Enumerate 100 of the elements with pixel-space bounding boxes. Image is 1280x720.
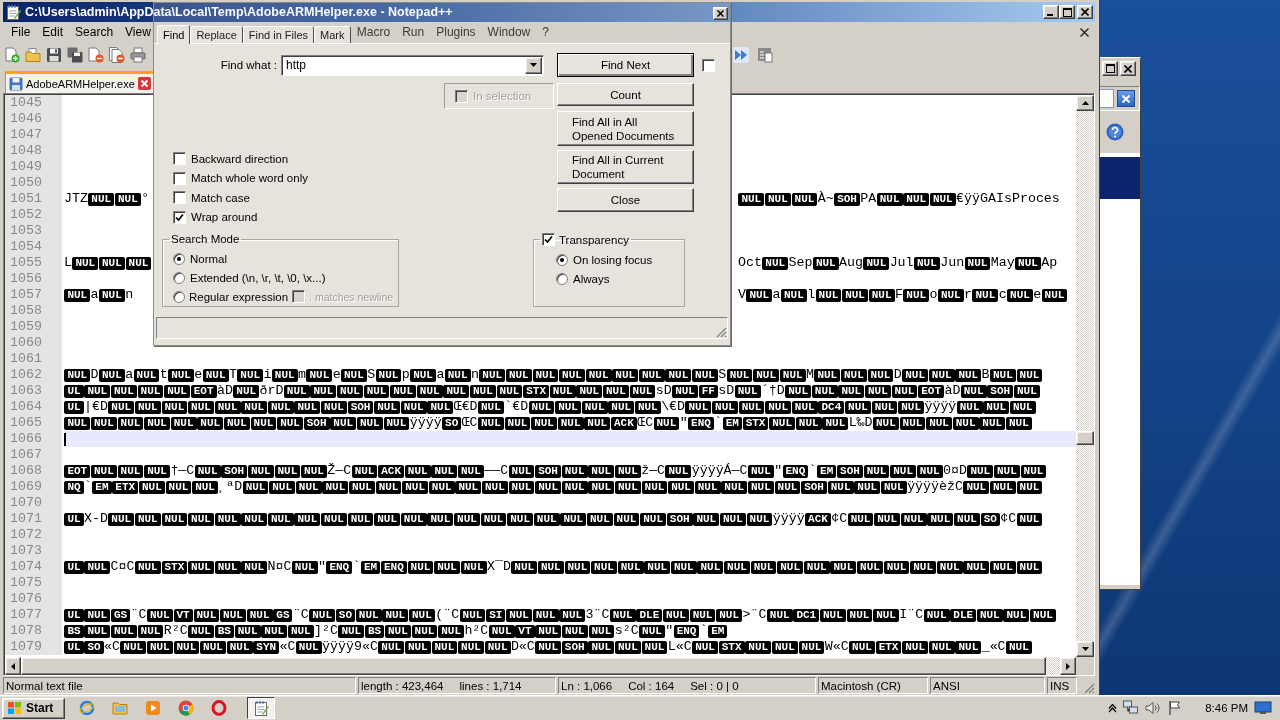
- dialog-button[interactable]: Find Next: [557, 53, 694, 77]
- status-text: ANSI: [933, 679, 960, 692]
- help-icon[interactable]: [1106, 123, 1124, 141]
- code-line: UL NUL GS ¨C NUL VT NUL NUL NUL GS ¨C NUL SO NUL NUL NUL (¨C NUL SI NUL NUL NUL 3¨C NUL DLE NUL NUL NUL >¨C NUL DC1 NUL NUL NUL I¨C NUL DLE NUL NUL NUL: [64, 607, 1057, 623]
- line-number: 1056: [5, 271, 62, 287]
- code-line: BS NUL NUL NUL R²C NUL BS NUL NUL NUL ]²C NUL BS NUL NUL NUL h²C NUL VT NUL NUL NUL s²C NUL " ENQ ` EM: [64, 623, 728, 639]
- checkbox[interactable]: [173, 191, 186, 205]
- close-all-icon[interactable]: [109, 47, 125, 63]
- vertical-scrollbar[interactable]: [1076, 95, 1094, 657]
- find-what-field[interactable]: http: [281, 54, 544, 76]
- save-all-icon[interactable]: [67, 47, 83, 63]
- monitor-icon[interactable]: [1254, 701, 1272, 715]
- line-number: 1074: [5, 559, 62, 575]
- chevron-up-icon[interactable]: [1108, 703, 1118, 713]
- maximize-button[interactable]: [1059, 5, 1075, 19]
- menu-item[interactable]: ?: [541, 23, 550, 41]
- network-icon[interactable]: [1123, 700, 1140, 716]
- line-number: 1071: [5, 511, 62, 527]
- dropdown-button[interactable]: [525, 56, 542, 74]
- clear-button[interactable]: [1117, 90, 1135, 107]
- checkbox[interactable]: [173, 210, 186, 224]
- dialog-tab[interactable]: Find: [157, 25, 191, 44]
- menu-item[interactable]: Edit: [36, 23, 70, 41]
- resize-grip-icon[interactable]: [1083, 682, 1095, 694]
- checkbox[interactable]: [702, 59, 715, 72]
- menu-item[interactable]: Search: [69, 23, 120, 41]
- status-text: Col : 164: [628, 679, 675, 692]
- start-button[interactable]: Start: [2, 697, 65, 719]
- code-line: NUL NUL NUL NUL NUL NUL NUL NUL NUL SOH NUL NUL NUL ÿÿÿÿ SO ŒC NUL NUL NUL NUL NUL ACK ŒC NUL " ENQ ` EM STX NUL NUL NUL L‰D NUL NUL NUL NUL NUL NUL: [64, 415, 1033, 431]
- code-line: NQ ` EM ETX NUL NUL NUL ¸ªD NUL NUL NUL NUL NUL NUL NUL NUL NUL NUL NUL NUL NUL NUL NUL NUL NUL NUL NUL NUL NUL SOH NUL NUL NUL ÿÿÿÿèžC NUL NUL NUL: [64, 479, 1043, 495]
- dialog-tab[interactable]: Replace: [190, 26, 243, 43]
- code-line: UL SO «C NUL NUL NUL NUL NUL SYN «C NUL ÿÿÿÿ9«C NUL NUL NUL NUL NUL D«C NUL SOH NUL NUL NUL L«C NUL STX NUL NUL NUL W«C NUL ETX NUL NUL NUL _«C NUL: [64, 639, 1033, 655]
- dialog-button[interactable]: Find All in All Opened Documents: [557, 111, 694, 146]
- checkbox[interactable]: [542, 233, 555, 246]
- line-number: 1068: [5, 463, 62, 479]
- line-number: 1052: [5, 207, 62, 223]
- code-line: V NUL a NUL l NUL NUL NUL F NUL o NUL r NUL c NUL e NUL: [738, 287, 1068, 303]
- menu-item[interactable]: Plugins: [435, 23, 477, 41]
- menu-item[interactable]: File: [5, 23, 37, 41]
- menu-item[interactable]: Window: [486, 23, 532, 41]
- menu-item[interactable]: View: [119, 23, 157, 41]
- scroll-left-button[interactable]: [5, 657, 21, 675]
- line-number: 1062: [5, 367, 62, 383]
- maximize-button[interactable]: [1102, 61, 1118, 76]
- new-file-icon[interactable]: [4, 47, 20, 63]
- clock[interactable]: 8:46 PM: [1205, 702, 1248, 714]
- scroll-right-button[interactable]: [1060, 657, 1076, 675]
- line-number: 1046: [5, 111, 62, 127]
- save-icon[interactable]: [46, 47, 62, 63]
- status-text: Macintosh (CR): [821, 679, 901, 692]
- line-number: 1061: [5, 351, 62, 367]
- dialog-button[interactable]: Close: [557, 188, 694, 212]
- input-field[interactable]: [1100, 89, 1114, 108]
- print-icon[interactable]: [130, 47, 146, 63]
- checkbox-label: Match case: [191, 191, 250, 204]
- color-wheel-icon[interactable]: [178, 700, 194, 716]
- dialog-tab[interactable]: Find in Files: [242, 26, 315, 43]
- scroll-up-button[interactable]: [1076, 95, 1094, 111]
- field-label: Find what :: [220, 59, 277, 71]
- fast-forward-icon[interactable]: [733, 47, 749, 63]
- scroll-down-button[interactable]: [1076, 641, 1094, 657]
- close-button[interactable]: [1120, 61, 1136, 76]
- globe-icon[interactable]: [79, 700, 95, 716]
- dialog-button[interactable]: Count: [557, 83, 694, 106]
- resize-grip-icon[interactable]: [715, 326, 727, 338]
- close-icon[interactable]: [1080, 27, 1089, 37]
- text-cursor: [64, 432, 66, 446]
- line-number: 1070: [5, 495, 62, 511]
- code-line: L NUL NUL NUL: [64, 255, 152, 271]
- code-line: UL NUL NUL NUL NUL EOT àD NUL ðrD NUL NUL NUL NUL NUL NUL NUL NUL NUL STX NUL NUL NUL NUL sD NUL FF sD NUL ´†D NUL NUL NUL NUL NUL EOT àD NUL SOH NUL: [64, 383, 1041, 399]
- checkbox-label: Transparency: [559, 233, 629, 246]
- checkbox[interactable]: [173, 171, 186, 185]
- ring-icon[interactable]: [211, 700, 227, 716]
- code-line: NUL a NUL n: [64, 287, 134, 303]
- radio-label: Always: [573, 273, 610, 286]
- line-number: 1055: [5, 255, 62, 271]
- line-number: 1067: [5, 447, 62, 463]
- dialog-button[interactable]: Find All in Current Document: [557, 150, 694, 184]
- line-number: 1051: [5, 191, 62, 207]
- volume-icon[interactable]: [1145, 700, 1162, 716]
- code-line: JTZ NUL NUL °: [64, 191, 150, 207]
- close-file-icon[interactable]: [88, 47, 104, 63]
- menu-item[interactable]: Macro: [355, 23, 392, 41]
- line-number: 1072: [5, 527, 62, 543]
- line-number: 1077: [5, 607, 62, 623]
- close-button[interactable]: [1077, 5, 1093, 19]
- radio-button[interactable]: [173, 271, 185, 284]
- panel-icon[interactable]: [757, 47, 773, 63]
- arrow-left-icon: [11, 662, 15, 670]
- scroll-thumb[interactable]: [1076, 431, 1094, 445]
- code-line: UL |€D NUL NUL NUL NUL NUL NUL NUL NUL NUL SOH NUL NUL NUL Œ€D NUL `€D NUL NUL NUL NUL NUL \€D NUL NUL NUL NUL NUL DC4 NUL NUL NUL ÿÿÿÿ NUL NUL NUL: [64, 399, 1037, 415]
- file-tab[interactable]: AdobeARMHelper.exe: [5, 71, 154, 93]
- menu-item[interactable]: Run: [401, 23, 426, 41]
- line-number: 1066: [5, 431, 62, 447]
- taskbar-button[interactable]: [247, 697, 275, 719]
- minimize-button[interactable]: [1043, 5, 1059, 19]
- dialog-tab[interactable]: Mark: [314, 26, 351, 43]
- radio-button[interactable]: [556, 273, 568, 286]
- checkbox[interactable]: [173, 152, 186, 166]
- open-folder-icon[interactable]: [25, 47, 41, 63]
